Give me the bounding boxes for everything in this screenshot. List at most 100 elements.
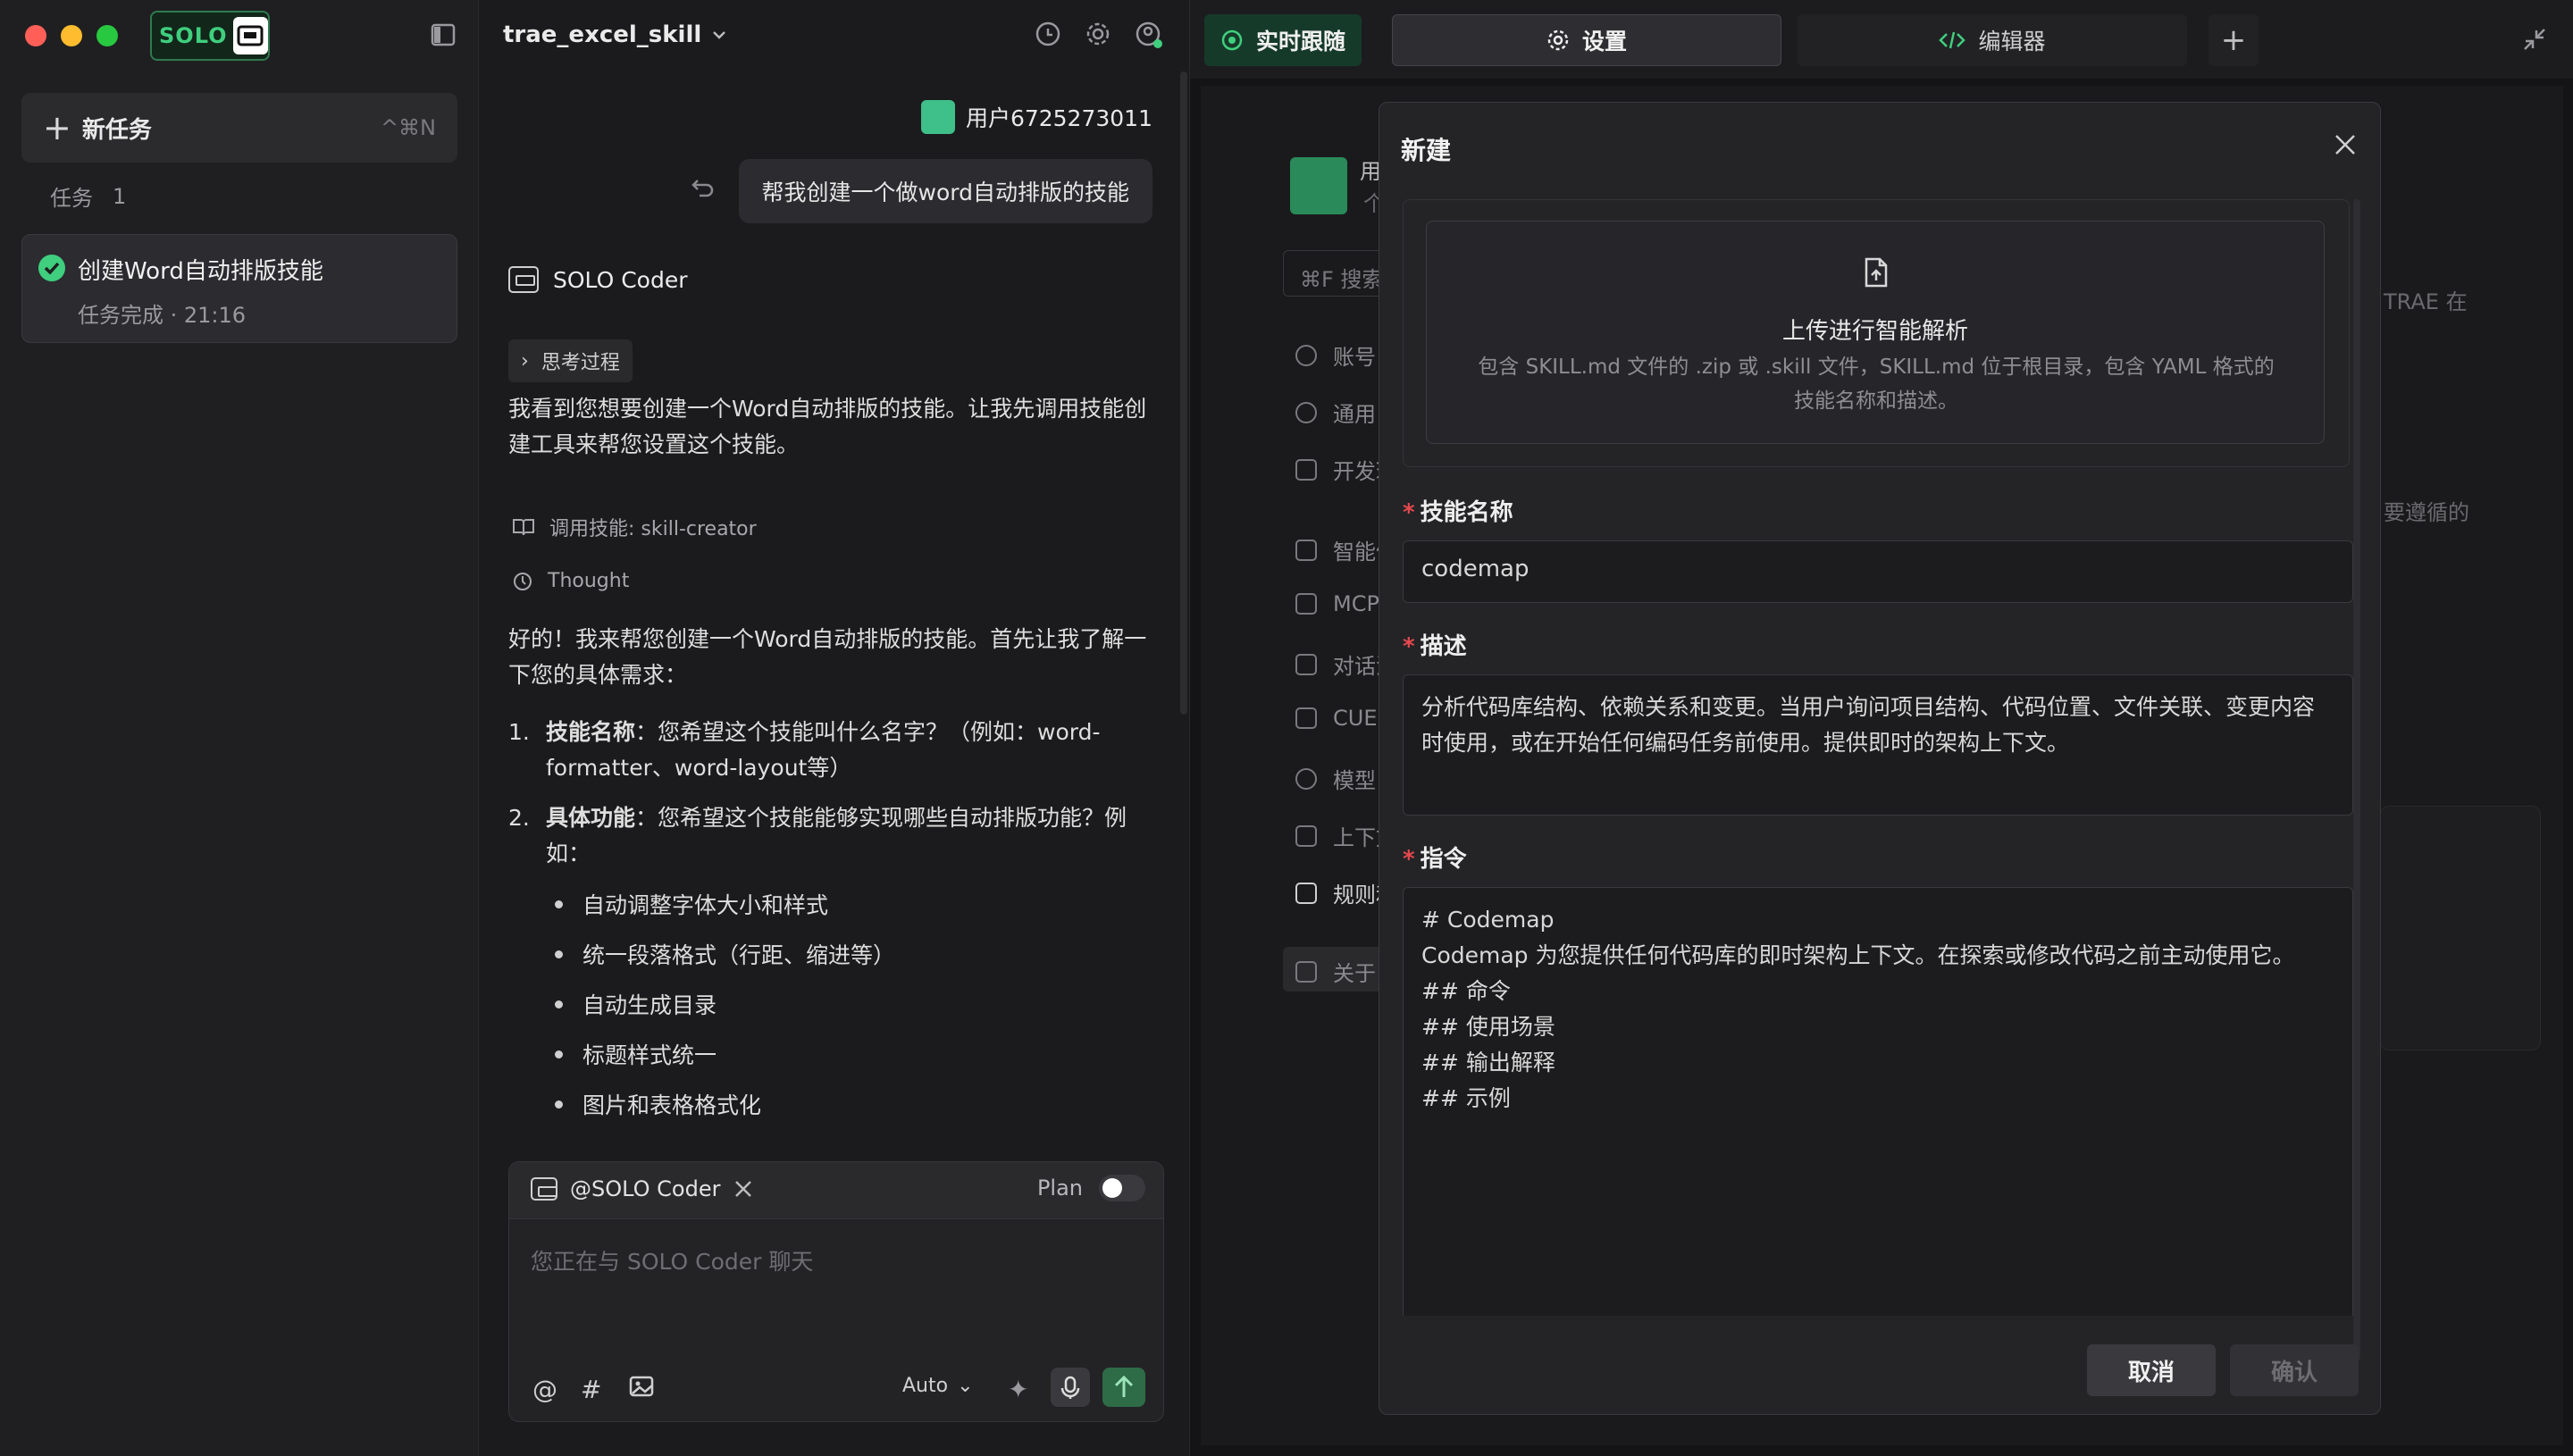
plus-icon: + bbox=[43, 108, 71, 147]
close-icon[interactable] bbox=[2334, 133, 2357, 156]
model-label: Auto bbox=[902, 1375, 949, 1397]
settings-nav-models[interactable]: 模型 bbox=[1295, 763, 1376, 794]
tab-live-label: 实时跟随 bbox=[1255, 29, 1345, 54]
tab-settings[interactable]: 设置 bbox=[1392, 14, 1781, 66]
project-name: trae_excel_skill bbox=[503, 21, 702, 48]
account-icon[interactable] bbox=[1134, 20, 1164, 50]
user-name: 用户6725273011 bbox=[965, 105, 1152, 131]
agent-paragraph-2: 好的！我来帮您创建一个Word自动排版的技能。首先让我了解一下您的具体需求： bbox=[508, 626, 1147, 688]
left-sidebar: SOLO + 新任务 ^⌘N 任务 1 创建Word自动排版技能 任务完成 · … bbox=[0, 0, 479, 1456]
microphone-button[interactable] bbox=[1051, 1368, 1090, 1407]
thought-block[interactable]: Thought bbox=[512, 570, 629, 592]
settings-nav-about[interactable]: 关于 bbox=[1295, 956, 1376, 987]
avatar bbox=[1290, 157, 1347, 214]
user-message: 帮我创建一个做word自动排版的技能 bbox=[738, 159, 1152, 223]
thinking-toggle[interactable]: › 思考过程 bbox=[508, 339, 633, 382]
chat-scrollbar[interactable] bbox=[1180, 71, 1187, 715]
list-item: 图片和表格格式化 bbox=[555, 1088, 761, 1120]
tab-bar: 实时跟随 设置 编辑器 + bbox=[1190, 0, 2573, 79]
list-item: 统一段落格式（行距、缩进等） bbox=[555, 938, 895, 970]
chat-input[interactable]: 您正在与 SOLO Coder 聊天 bbox=[531, 1244, 813, 1276]
bullet-text: 统一段落格式（行距、缩进等） bbox=[582, 942, 896, 968]
hash-icon[interactable]: # bbox=[581, 1375, 601, 1404]
bullet-text: 标题样式统一 bbox=[582, 1042, 717, 1068]
project-selector[interactable]: trae_excel_skill bbox=[503, 21, 726, 48]
sparkle-icon[interactable]: ✦ bbox=[1008, 1375, 1028, 1404]
tasks-count: 1 bbox=[113, 183, 127, 209]
plan-toggle[interactable] bbox=[1099, 1175, 1145, 1201]
model-selector[interactable]: Auto ⌄ bbox=[902, 1375, 974, 1397]
chat-history-icon[interactable] bbox=[1034, 20, 1062, 48]
chevron-right-icon: › bbox=[521, 349, 529, 372]
minimize-window-button[interactable] bbox=[61, 25, 82, 46]
chat-input-box: @SOLO Coder Plan 您正在与 SOLO Coder 聊天 @ # … bbox=[508, 1161, 1164, 1422]
skill-name-input[interactable]: codemap bbox=[1403, 540, 2353, 603]
settings-text: 要遵循的 bbox=[2384, 500, 2469, 525]
close-window-button[interactable] bbox=[25, 25, 46, 46]
agent-mention[interactable]: @SOLO Coder bbox=[531, 1176, 754, 1201]
user-tag: 用户6725273011 bbox=[920, 100, 1152, 134]
settings-nav-account[interactable]: 账号 bbox=[1295, 339, 1376, 371]
tab-editor[interactable]: 编辑器 bbox=[1798, 14, 2187, 66]
list-number: 1. bbox=[508, 719, 530, 745]
list-item: 自动调整字体大小和样式 bbox=[555, 888, 828, 920]
send-button[interactable] bbox=[1102, 1368, 1145, 1407]
settings-card bbox=[2380, 806, 2541, 1050]
instruction-label: * 指令 bbox=[1403, 846, 1467, 873]
at-mention-icon[interactable]: @ bbox=[532, 1375, 557, 1404]
agent-paragraph-1: 我看到您想要创建一个Word自动排版的技能。让我先调用技能创建工具来帮您设置这个… bbox=[508, 396, 1147, 457]
add-tab-button[interactable]: + bbox=[2208, 14, 2259, 66]
task-list-item[interactable]: 创建Word自动排版技能 任务完成 · 21:16 bbox=[21, 234, 457, 343]
instruction-textarea[interactable]: # Codemap Codemap 为您提供任何代码库的即时架构上下文。在探索或… bbox=[1403, 887, 2353, 1316]
gear-icon[interactable] bbox=[1084, 20, 1112, 48]
settings-nav-mcp[interactable]: MCP bbox=[1295, 591, 1379, 616]
maximize-window-button[interactable] bbox=[96, 25, 118, 46]
cancel-button[interactable]: 取消 bbox=[2087, 1344, 2216, 1396]
modal-title: 新建 bbox=[1401, 136, 1452, 165]
new-task-shortcut: ^⌘N bbox=[380, 115, 436, 140]
chevron-down-icon bbox=[712, 29, 726, 40]
tab-settings-label: 设置 bbox=[1581, 29, 1627, 54]
agent-header: SOLO Coder bbox=[508, 266, 688, 293]
upload-dropzone[interactable]: 上传进行智能解析 包含 SKILL.md 文件的 .zip 或 .skill 文… bbox=[1426, 221, 2325, 444]
bullet-text: 图片和表格格式化 bbox=[582, 1092, 762, 1118]
mention-label: @SOLO Coder bbox=[570, 1176, 721, 1201]
image-icon[interactable] bbox=[629, 1375, 654, 1398]
tasks-header: 任务 1 bbox=[50, 180, 126, 212]
question-2: 2. 具体功能：您希望这个技能能够实现哪些自动排版功能？例如： bbox=[508, 800, 1161, 872]
description-textarea[interactable]: 分析代码库结构、依赖关系和变更。当用户询问项目结构、代码位置、文件关联、变更内容… bbox=[1403, 674, 2353, 816]
logo-text: SOLO bbox=[159, 23, 228, 48]
new-skill-modal: 新建 上传进行智能解析 包含 SKILL.md 文件的 .zip 或 .skil… bbox=[1379, 102, 2381, 1415]
robot-icon bbox=[508, 266, 539, 293]
confirm-button[interactable]: 确认 bbox=[2230, 1344, 2359, 1396]
settings-nav-cue[interactable]: CUE bbox=[1295, 706, 1378, 731]
thought-label: Thought bbox=[548, 570, 630, 592]
plan-toggle-group: Plan bbox=[1037, 1175, 1145, 1201]
solo-logo: SOLO bbox=[150, 11, 270, 61]
new-task-button[interactable]: + 新任务 ^⌘N bbox=[21, 93, 457, 163]
collapse-icon[interactable] bbox=[2522, 27, 2547, 52]
list-item: 标题样式统一 bbox=[555, 1038, 717, 1070]
new-task-label: 新任务 bbox=[81, 116, 152, 144]
avatar bbox=[920, 100, 955, 134]
settings-text: TRAE 在 bbox=[2384, 289, 2468, 314]
description-label: * 描述 bbox=[1403, 633, 1467, 660]
book-icon bbox=[512, 517, 535, 537]
plan-label: Plan bbox=[1036, 1176, 1083, 1201]
gear-icon bbox=[1546, 29, 1570, 52]
chevron-down-icon: ⌄ bbox=[957, 1375, 974, 1397]
thinking-label: 思考过程 bbox=[541, 352, 620, 374]
code-icon bbox=[1939, 29, 1966, 51]
question-1: 1. 技能名称：您希望这个技能叫什么名字？（例如：word-formatter、… bbox=[508, 715, 1161, 786]
skill-call[interactable]: 调用技能: skill-creator bbox=[512, 513, 757, 541]
check-circle-icon bbox=[38, 255, 65, 281]
tab-live-follow[interactable]: 实时跟随 bbox=[1204, 14, 1362, 66]
settings-nav-general[interactable]: 通用 bbox=[1295, 397, 1376, 428]
undo-icon[interactable] bbox=[691, 177, 716, 198]
list-number: 2. bbox=[508, 805, 530, 831]
toggle-sidebar-icon[interactable] bbox=[431, 23, 456, 46]
file-upload-icon bbox=[1864, 257, 1889, 288]
modal-scrollbar[interactable] bbox=[2353, 199, 2360, 1360]
task-title: 创建Word自动排版技能 bbox=[78, 258, 323, 285]
upload-description: 包含 SKILL.md 文件的 .zip 或 .skill 文件，SKILL.m… bbox=[1478, 356, 2275, 413]
